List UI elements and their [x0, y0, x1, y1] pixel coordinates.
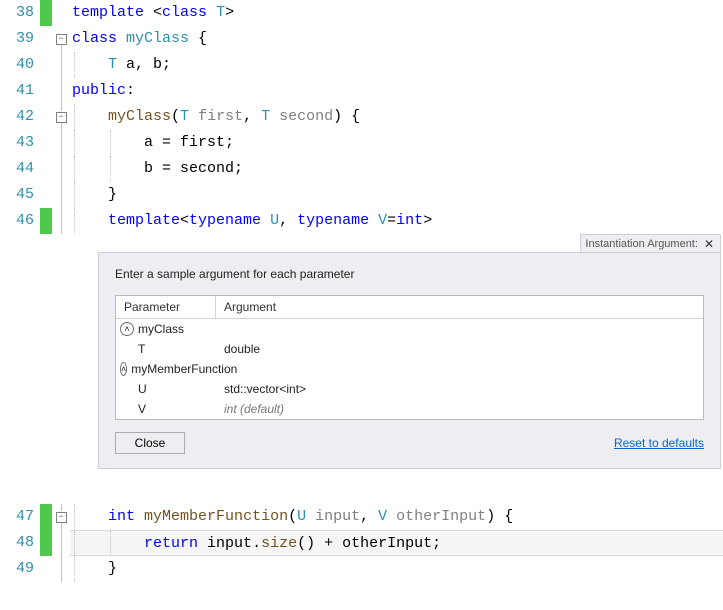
code-text[interactable]: int myMemberFunction(U input, V otherInp…	[70, 504, 723, 530]
grid-child-row[interactable]: T double	[116, 339, 703, 359]
code-line: 49 }	[0, 556, 723, 582]
code-line: 41 public:	[0, 78, 723, 104]
param-name: U	[138, 382, 147, 396]
code-line: 40 T a, b;	[0, 52, 723, 78]
fold-gutter: −	[52, 104, 70, 130]
fold-toggle[interactable]: −	[56, 112, 67, 123]
change-marker	[40, 156, 52, 182]
line-number: 46	[0, 208, 40, 234]
line-number: 42	[0, 104, 40, 130]
line-number: 39	[0, 26, 40, 52]
change-marker	[40, 26, 52, 52]
code-text[interactable]: }	[70, 182, 723, 208]
grid-group-row[interactable]: ˄ myClass	[116, 319, 703, 339]
fold-gutter	[52, 208, 70, 234]
grid-child-row[interactable]: V int (default)	[116, 399, 703, 419]
code-text[interactable]: T a, b;	[70, 52, 723, 78]
line-number: 47	[0, 504, 40, 530]
fold-toggle[interactable]: −	[56, 34, 67, 45]
chevron-up-icon[interactable]: ˄	[120, 362, 127, 376]
fold-gutter	[52, 0, 70, 26]
reset-defaults-link[interactable]: Reset to defaults	[614, 436, 704, 450]
fold-gutter	[52, 78, 70, 104]
chevron-up-icon[interactable]: ˄	[120, 322, 134, 336]
fold-gutter	[52, 52, 70, 78]
change-marker	[40, 556, 52, 582]
popup-title: Instantiation Argument:	[585, 238, 698, 250]
grid-header: Parameter Argument	[116, 296, 703, 319]
param-name: T	[138, 342, 145, 356]
code-text[interactable]: template <class T>	[70, 0, 723, 26]
line-number: 45	[0, 182, 40, 208]
line-number: 38	[0, 0, 40, 26]
code-text[interactable]: class myClass {	[70, 26, 723, 52]
argument-cell[interactable]: std::vector<int>	[216, 382, 703, 396]
code-line: 44 b = second;	[0, 156, 723, 182]
code-line: 45 }	[0, 182, 723, 208]
change-marker	[40, 52, 52, 78]
line-number: 43	[0, 130, 40, 156]
argument-cell[interactable]: int (default)	[216, 402, 703, 416]
code-line: 42 − myClass(T first, T second) {	[0, 104, 723, 130]
change-marker	[40, 182, 52, 208]
change-marker	[40, 0, 52, 26]
code-text[interactable]: a = first;	[70, 130, 723, 156]
code-line: 47 − int myMemberFunction(U input, V oth…	[0, 504, 723, 530]
line-number: 44	[0, 156, 40, 182]
fold-gutter	[52, 182, 70, 208]
code-text[interactable]: template<typename U, typename V=int>	[70, 208, 723, 234]
close-button[interactable]: Close	[115, 432, 185, 454]
code-text[interactable]: myClass(T first, T second) {	[70, 104, 723, 130]
popup-instruction: Enter a sample argument for each paramet…	[115, 267, 704, 281]
fold-gutter	[52, 556, 70, 582]
code-text[interactable]: public:	[70, 78, 723, 104]
change-marker	[40, 130, 52, 156]
column-parameter[interactable]: Parameter	[116, 296, 216, 318]
line-number: 49	[0, 556, 40, 582]
change-marker	[40, 78, 52, 104]
code-text[interactable]: return input.size() + otherInput;	[70, 530, 723, 556]
argument-cell[interactable]: double	[216, 342, 703, 356]
column-argument[interactable]: Argument	[216, 296, 703, 318]
code-line: 38 template <class T>	[0, 0, 723, 26]
grid-child-row[interactable]: U std::vector<int>	[116, 379, 703, 399]
param-name: V	[138, 402, 146, 416]
change-marker	[40, 504, 52, 530]
fold-toggle[interactable]: −	[56, 512, 67, 523]
close-icon[interactable]: ✕	[702, 238, 716, 250]
code-text[interactable]: b = second;	[70, 156, 723, 182]
fold-gutter: −	[52, 26, 70, 52]
instantiation-popup: Instantiation Argument: ✕ Enter a sample…	[98, 252, 721, 469]
fold-gutter	[52, 156, 70, 182]
grid-body: ˄ myClass T double ˄ myMemberFunction U st…	[116, 319, 703, 419]
parameter-grid: Parameter Argument ˄ myClass T double ˄ my…	[115, 295, 704, 420]
change-marker	[40, 530, 52, 556]
popup-footer: Close Reset to defaults	[115, 432, 704, 454]
grid-group-row[interactable]: ˄ myMemberFunction	[116, 359, 703, 379]
line-number: 41	[0, 78, 40, 104]
line-number: 48	[0, 530, 40, 556]
code-text[interactable]: }	[70, 556, 723, 582]
change-marker	[40, 208, 52, 234]
line-number: 40	[0, 52, 40, 78]
fold-gutter	[52, 530, 70, 556]
code-line: 48 return input.size() + otherInput;	[0, 530, 723, 556]
param-name: myClass	[138, 322, 184, 336]
code-line: 43 a = first;	[0, 130, 723, 156]
code-line: 39 − class myClass {	[0, 26, 723, 52]
fold-gutter	[52, 130, 70, 156]
popup-titlebar[interactable]: Instantiation Argument: ✕	[580, 234, 721, 252]
change-marker	[40, 104, 52, 130]
fold-gutter: −	[52, 504, 70, 530]
code-line: 46 template<typename U, typename V=int>	[0, 208, 723, 234]
param-name: myMemberFunction	[131, 362, 237, 376]
